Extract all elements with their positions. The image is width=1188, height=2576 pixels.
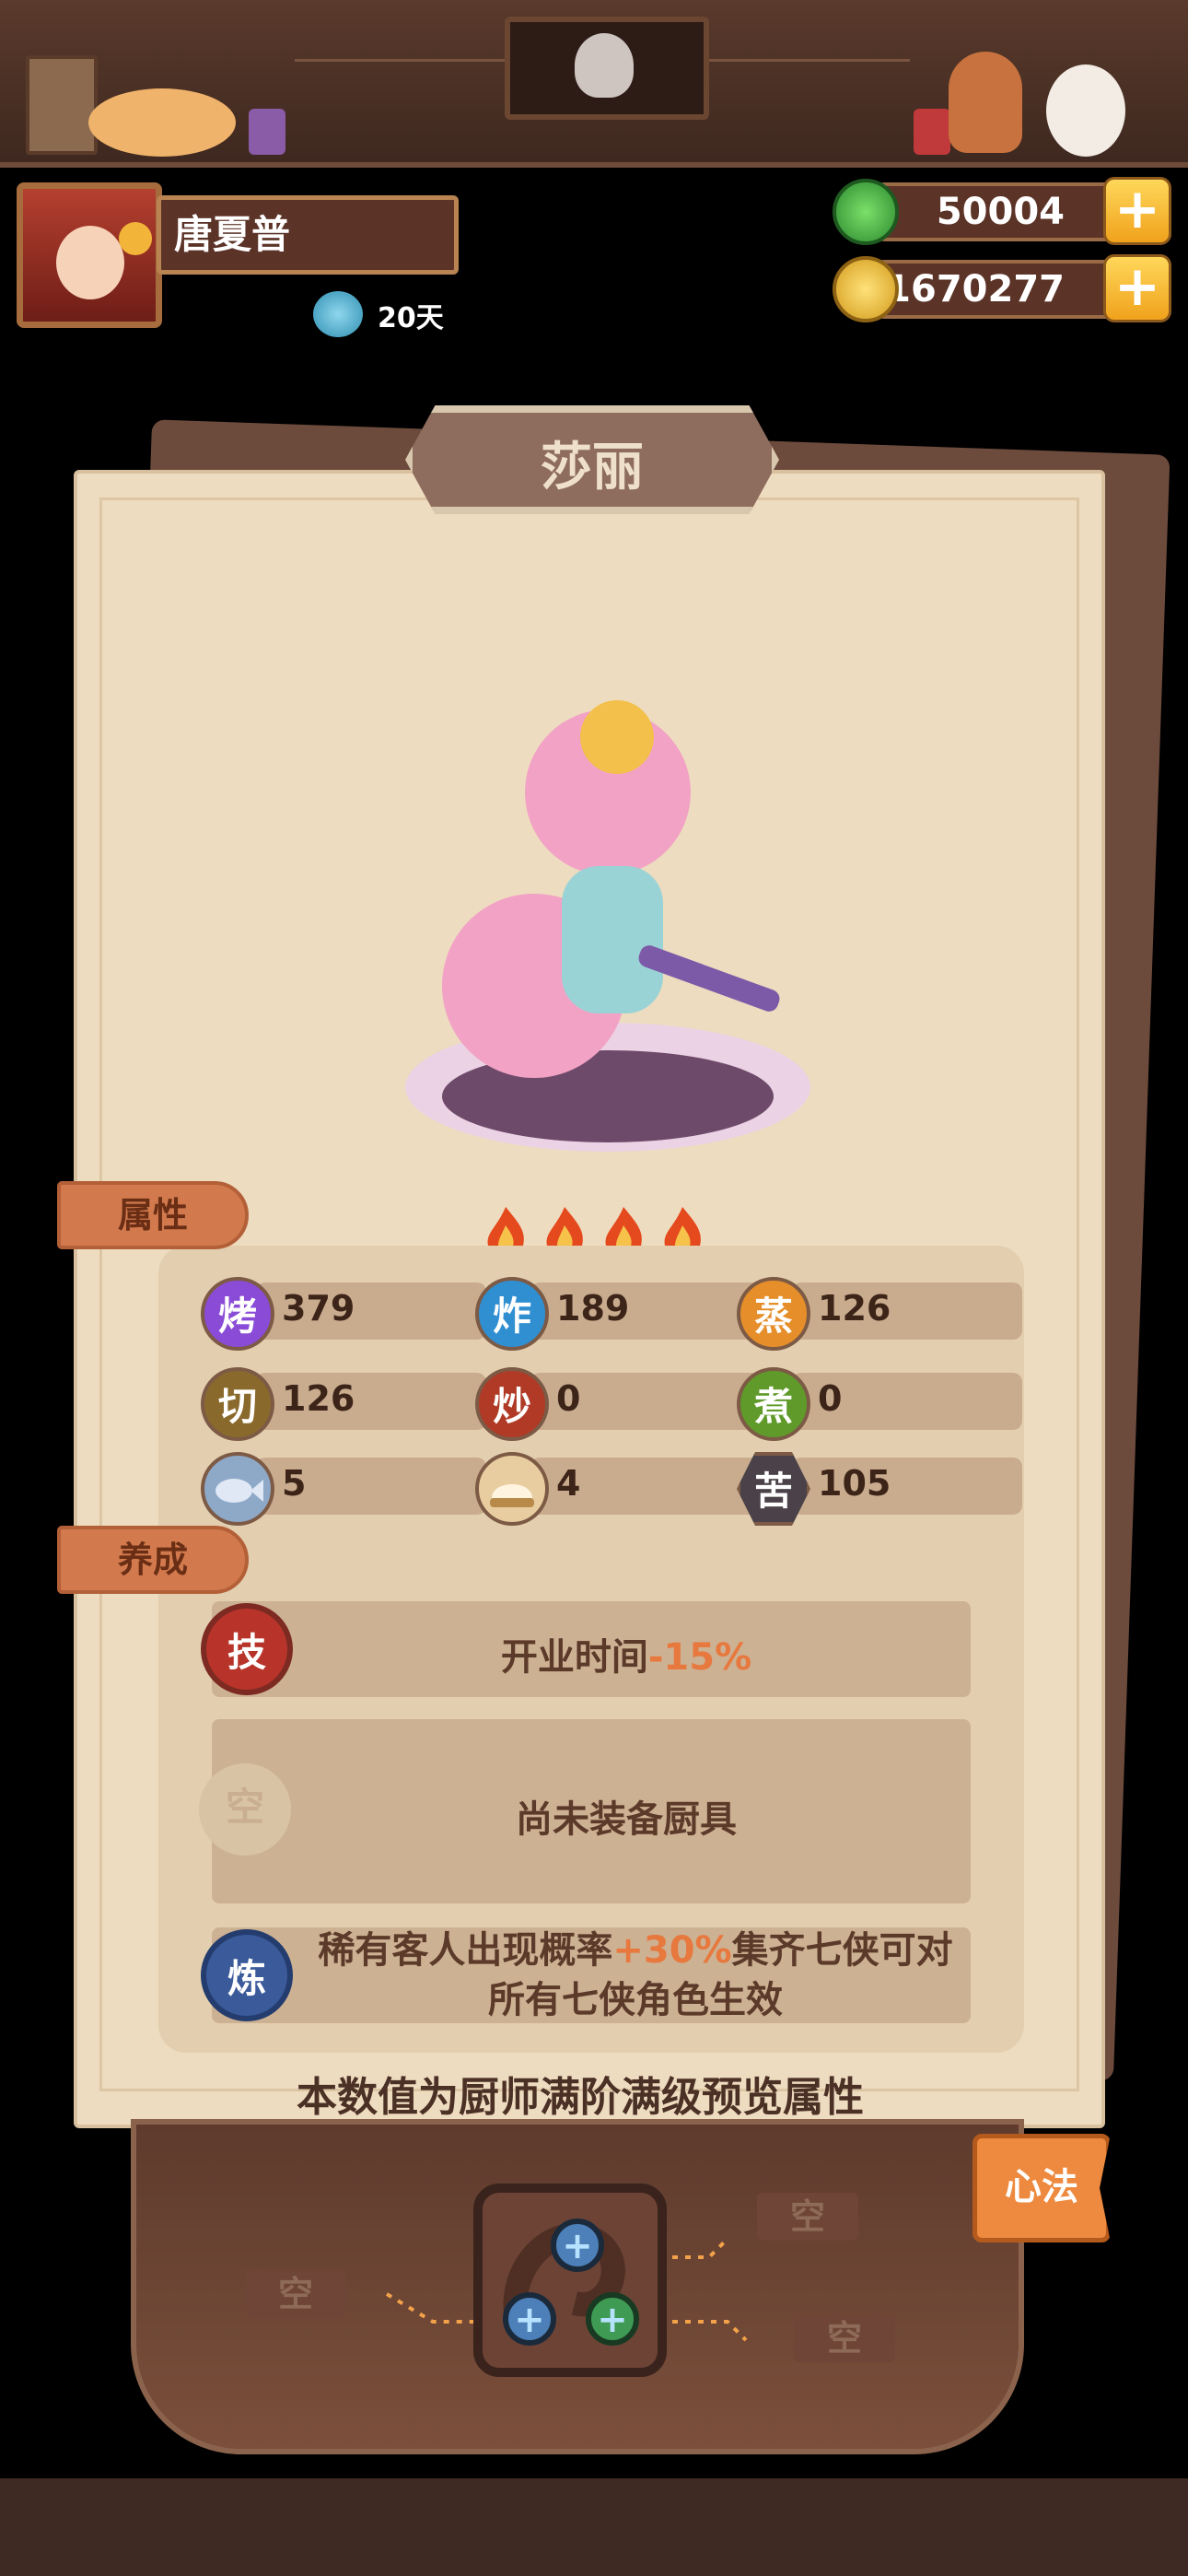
- stat-stirfry: 炒 0: [475, 1367, 761, 1441]
- sleeping-cat-icon: [88, 88, 236, 157]
- character-illustration[interactable]: [350, 682, 866, 1179]
- stat-value: 126: [818, 1288, 891, 1329]
- player-name[interactable]: 唐夏普: [157, 195, 459, 275]
- cat-icon: [1046, 64, 1125, 157]
- tab-nurture[interactable]: 养成: [57, 1526, 249, 1594]
- jade-icon: [833, 179, 899, 245]
- plus-slot-right-icon[interactable]: +: [586, 2292, 639, 2346]
- stat-fry: 炸 189: [475, 1277, 761, 1351]
- chain-left: [295, 59, 507, 62]
- stat-value: 189: [556, 1288, 630, 1329]
- scroll-icon[interactable]: [26, 55, 98, 155]
- stat-value: 126: [282, 1378, 355, 1419]
- calendar-bowl-icon: [313, 291, 363, 337]
- xinfa-button[interactable]: 心法: [973, 2134, 1111, 2242]
- hanging-portrait[interactable]: [505, 17, 709, 120]
- stat-value: 105: [818, 1463, 891, 1504]
- stat-boil: 煮 0: [737, 1367, 1022, 1441]
- add-coin-button[interactable]: +: [1103, 254, 1171, 322]
- stirfry-icon: 炒: [475, 1367, 549, 1441]
- refine-badge: 炼: [201, 1929, 293, 2021]
- roast-icon: 烤: [201, 1277, 274, 1351]
- stat-bitter: 苦 105: [737, 1452, 1022, 1526]
- stat-steam: 蒸 126: [737, 1277, 1022, 1351]
- player-avatar[interactable]: [17, 182, 162, 328]
- avatar-face: [56, 226, 124, 299]
- stat-bun: 4: [475, 1452, 761, 1526]
- villager-icon: [949, 52, 1022, 153]
- stat-fish: 5: [201, 1452, 486, 1526]
- fish-glyph-icon: [215, 1479, 263, 1503]
- cut-icon: 切: [201, 1367, 274, 1441]
- equip-text: 尚未装备厨具: [516, 1798, 737, 1841]
- empty-equip-badge: 空: [199, 1763, 291, 1856]
- refine-effect: 稀有客人出现概率: [318, 1929, 613, 1972]
- raccoon-icon: [575, 33, 634, 98]
- stat-value: 4: [556, 1463, 581, 1504]
- add-jade-button[interactable]: +: [1103, 177, 1171, 245]
- refine-scope: 所有七侠角色生效: [488, 1979, 783, 2021]
- refine-text: 稀有客人出现概率+30%集齐七侠可对所有七侠角色生效: [285, 1926, 985, 2025]
- fry-icon: 炸: [475, 1277, 549, 1351]
- coin-icon: [833, 256, 899, 322]
- stat-cut: 切 126: [201, 1367, 486, 1441]
- stat-value: 0: [818, 1378, 843, 1419]
- stat-value: 379: [282, 1288, 355, 1329]
- steam-icon: 蒸: [737, 1277, 810, 1351]
- stat-value: 0: [556, 1378, 581, 1419]
- skill-value: -15%: [647, 1636, 752, 1679]
- days-count: 20天: [378, 302, 444, 334]
- character-name: 莎丽: [541, 438, 644, 498]
- bottom-strip: [0, 2478, 1188, 2576]
- tab-attributes[interactable]: 属性: [57, 1181, 249, 1249]
- cup-icon: [249, 109, 285, 155]
- boil-icon: 煮: [737, 1367, 810, 1441]
- empty-slot-left[interactable]: 空: [245, 2270, 346, 2318]
- bun-glyph-icon: [490, 1484, 534, 1507]
- empty-slot-bottom-right[interactable]: 空: [794, 2314, 895, 2362]
- stat-value: 5: [282, 1463, 307, 1504]
- plus-slot-left-icon[interactable]: +: [503, 2292, 556, 2346]
- xinfa-core-button[interactable]: [473, 2184, 667, 2377]
- stat-roast: 烤 379: [201, 1277, 486, 1351]
- skill-text: 开业时间-15%: [295, 1627, 958, 1680]
- skill-badge: 技: [201, 1603, 293, 1695]
- plus-slot-top-icon[interactable]: +: [551, 2219, 604, 2272]
- top-shelf: [0, 0, 1188, 168]
- fish-icon: [201, 1452, 274, 1526]
- skill-effect: 开业时间: [500, 1636, 648, 1679]
- chain-right: [698, 59, 910, 62]
- refine-value: +30%: [612, 1929, 732, 1972]
- refine-condition: 集齐七侠可对: [731, 1929, 953, 1972]
- empty-slot-top-right[interactable]: 空: [757, 2193, 858, 2241]
- bun-icon: [475, 1452, 549, 1526]
- preview-footnote: 本数值为厨师满阶满级预览属性: [297, 2074, 864, 2121]
- cup-icon: [914, 109, 950, 155]
- level-badge-icon: [119, 222, 152, 255]
